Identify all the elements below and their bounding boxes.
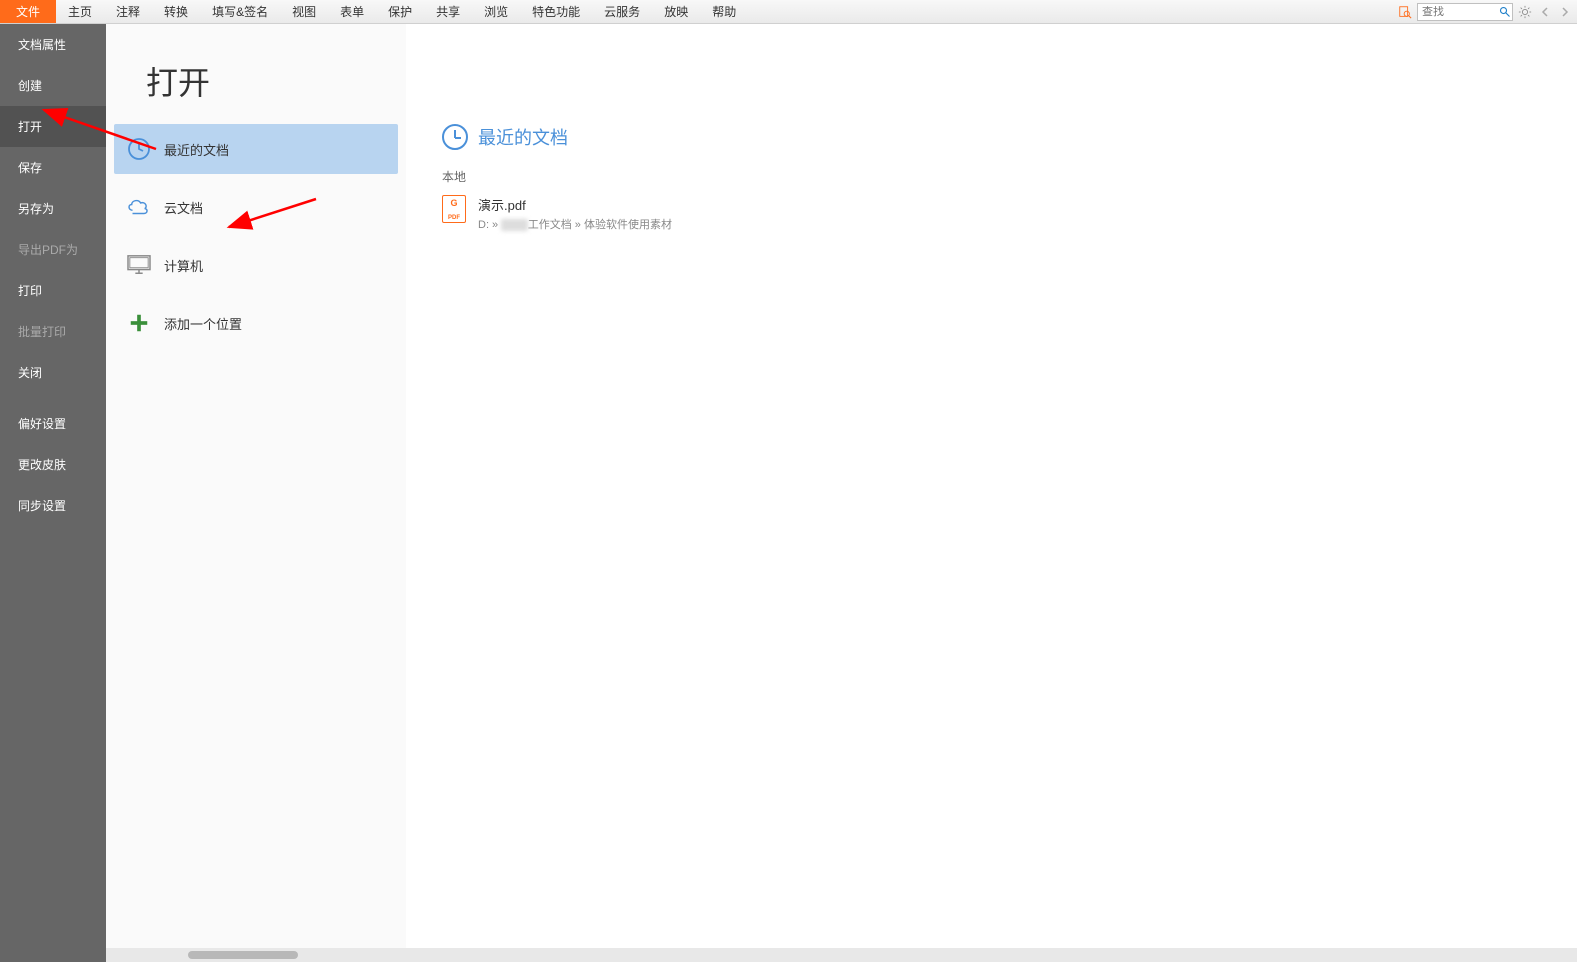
open-source-label: 计算机 xyxy=(164,256,203,275)
recent-doc-name: 演示.pdf xyxy=(478,195,672,214)
sidebar-item-open[interactable]: 打开 xyxy=(0,106,106,147)
recent-doc-path: D: » ____工作文档 » 体验软件使用素材 xyxy=(478,216,672,232)
open-source-label: 云文档 xyxy=(164,198,203,217)
recent-docs-header: 最近的文档 xyxy=(442,124,1541,150)
sidebar-item-close[interactable]: 关闭 xyxy=(0,352,106,393)
ribbon-tab-file[interactable]: 文件 xyxy=(0,0,56,23)
find-page-icon[interactable] xyxy=(1397,4,1413,20)
sidebar-item-export-pdf[interactable]: 导出PDF为 xyxy=(0,229,106,270)
clock-icon xyxy=(442,124,468,150)
nav-next-icon[interactable] xyxy=(1557,4,1573,20)
open-source-label: 最近的文档 xyxy=(164,140,229,159)
ribbon-tab-slideshow[interactable]: 放映 xyxy=(652,0,700,23)
open-source-add-place[interactable]: 添加一个位置 xyxy=(114,298,398,348)
ribbon-tab-cloud[interactable]: 云服务 xyxy=(592,0,652,23)
clock-icon xyxy=(126,136,152,162)
sidebar-item-print[interactable]: 打印 xyxy=(0,270,106,311)
horizontal-scrollbar[interactable] xyxy=(106,948,1577,962)
cloud-icon xyxy=(126,194,152,220)
open-source-cloud[interactable]: 云文档 xyxy=(114,182,398,232)
ribbon-tab-form[interactable]: 表单 xyxy=(328,0,376,23)
monitor-icon xyxy=(126,252,152,278)
ribbon-tab-features[interactable]: 特色功能 xyxy=(520,0,592,23)
ribbon-tab-share[interactable]: 共享 xyxy=(424,0,472,23)
recent-section-label: 本地 xyxy=(442,168,1541,185)
recent-doc-row[interactable]: 演示.pdf D: » ____工作文档 » 体验软件使用素材 xyxy=(442,189,1541,238)
recent-doc-info: 演示.pdf D: » ____工作文档 » 体验软件使用素材 xyxy=(478,195,672,232)
sidebar-item-skin[interactable]: 更改皮肤 xyxy=(0,444,106,485)
open-source-label: 添加一个位置 xyxy=(164,314,242,333)
search-icon[interactable] xyxy=(1498,5,1512,19)
ribbon-tab-convert[interactable]: 转换 xyxy=(152,0,200,23)
file-sidebar: 文档属性 创建 打开 保存 另存为 导出PDF为 打印 批量打印 关闭 偏好设置… xyxy=(0,24,106,962)
content-area: 文档属性 创建 打开 保存 另存为 导出PDF为 打印 批量打印 关闭 偏好设置… xyxy=(0,24,1577,962)
nav-prev-icon[interactable] xyxy=(1537,4,1553,20)
pdf-file-icon xyxy=(442,195,466,223)
ribbon-tab-fill-sign[interactable]: 填写&签名 xyxy=(200,0,280,23)
sidebar-item-preferences[interactable]: 偏好设置 xyxy=(0,403,106,444)
ribbon-menu: 文件 主页 注释 转换 填写&签名 视图 表单 保护 共享 浏览 特色功能 云服… xyxy=(0,0,1577,24)
open-sources-panel: 打开 最近的文档 云文档 计算机 xyxy=(106,24,406,962)
ribbon-tab-home[interactable]: 主页 xyxy=(56,0,104,23)
scrollbar-thumb[interactable] xyxy=(188,951,298,959)
ribbon-right-tools xyxy=(1397,0,1577,23)
ribbon-tab-comment[interactable]: 注释 xyxy=(104,0,152,23)
ribbon-tab-protect[interactable]: 保护 xyxy=(376,0,424,23)
sidebar-item-sync[interactable]: 同步设置 xyxy=(0,485,106,526)
ribbon-tab-browse[interactable]: 浏览 xyxy=(472,0,520,23)
sidebar-item-save[interactable]: 保存 xyxy=(0,147,106,188)
sidebar-item-create[interactable]: 创建 xyxy=(0,65,106,106)
open-source-computer[interactable]: 计算机 xyxy=(114,240,398,290)
gear-icon[interactable] xyxy=(1517,4,1533,20)
plus-icon xyxy=(126,310,152,336)
recent-docs-title: 最近的文档 xyxy=(478,124,568,150)
ribbon-tab-help[interactable]: 帮助 xyxy=(700,0,748,23)
search-input-wrap[interactable] xyxy=(1417,3,1513,21)
sidebar-item-doc-props[interactable]: 文档属性 xyxy=(0,24,106,65)
open-source-recent[interactable]: 最近的文档 xyxy=(114,124,398,174)
ribbon-tab-view[interactable]: 视图 xyxy=(280,0,328,23)
recent-docs-panel: 最近的文档 本地 演示.pdf D: » ____工作文档 » 体验软件使用素材 xyxy=(406,24,1577,962)
sidebar-item-batch-print[interactable]: 批量打印 xyxy=(0,311,106,352)
search-input[interactable] xyxy=(1418,6,1498,18)
open-sources-list: 最近的文档 云文档 计算机 添加一个位置 xyxy=(106,124,406,348)
sidebar-item-save-as[interactable]: 另存为 xyxy=(0,188,106,229)
page-title: 打开 xyxy=(106,58,406,124)
